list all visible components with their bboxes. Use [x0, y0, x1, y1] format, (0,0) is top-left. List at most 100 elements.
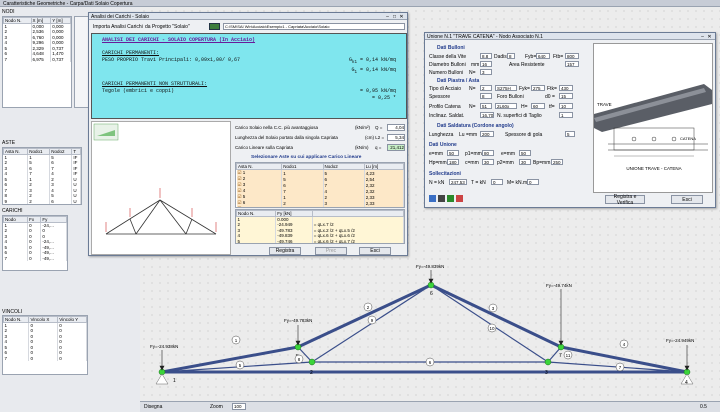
carico-lineare-field[interactable]: 21,412	[387, 144, 405, 151]
tf-field[interactable]: 10	[559, 103, 573, 109]
asta-checkbox[interactable]: ☑	[238, 182, 242, 187]
c-field[interactable]: 30	[482, 159, 494, 165]
lunghezza-saldatura-field[interactable]: 200	[480, 131, 494, 137]
member-10	[430, 284, 549, 363]
save-icon[interactable]	[438, 195, 445, 202]
carichi-title: CARICHI	[2, 208, 23, 214]
vincoli-table[interactable]: Nodo N. Vincolo X Vincolo Y100200300400500…	[2, 315, 88, 375]
area-field[interactable]: 157	[565, 61, 579, 67]
e3-field[interactable]: 50	[519, 150, 531, 156]
numero-bulloni-field[interactable]: 3	[480, 69, 492, 75]
profilo-name[interactable]: 2L60x	[495, 103, 517, 109]
analisi-carichi-window[interactable]: Analisi dei Carichi - Solaio – □ ✕ Importa …	[88, 12, 408, 256]
carico-solaio-field[interactable]: 4,04	[387, 124, 405, 131]
print-icon[interactable]	[429, 195, 436, 202]
aste-table[interactable]: Asta N. Nodo1 Nodo2 T 1 1 5 IF 2 5 6 IF 3 6 7 IF 4 7 4 IF 5 1…	[2, 147, 82, 205]
table-row[interactable]: 7 6,975 0,737	[3, 56, 71, 62]
cell[interactable]: 5	[236, 238, 277, 243]
import-button-icon[interactable]	[209, 23, 220, 30]
aste-select-table[interactable]: Asta N. Nodo1 Nodo2 Lu [m] ☑ 1 1 5 4,23 ☑ 2 5 6 2,5…	[235, 162, 405, 208]
cell[interactable]: ☑ 7	[236, 206, 283, 207]
n-field[interactable]: 247,53	[449, 179, 467, 185]
close-icon[interactable]: ✕	[706, 34, 713, 40]
maximize-icon[interactable]: □	[391, 14, 398, 20]
window-titlebar[interactable]: Analisi dei Carichi - Solaio – □ ✕	[89, 13, 407, 20]
spessore-field[interactable]: 8	[480, 93, 492, 99]
export-icon[interactable]	[447, 195, 454, 202]
unione-drawing: TRAVE CATENA UNIONE TRAVE - CATENA	[593, 43, 713, 193]
cell[interactable]: -49.746	[275, 238, 313, 243]
registra-button[interactable]: Registra	[269, 247, 301, 255]
asta-checkbox[interactable]: ☑	[238, 188, 242, 193]
project-path-field[interactable]: C:\SM\SAI Win\Acciaio\Esempio1 - Capriat…	[223, 23, 405, 30]
esci-button[interactable]: Esci	[359, 247, 391, 255]
fyb-label: Fyb=	[525, 54, 537, 60]
minimize-icon[interactable]: –	[699, 34, 706, 40]
cell[interactable]: 6	[50, 204, 72, 205]
unione-esci-button[interactable]: Esci	[671, 195, 703, 204]
cell[interactable]: 0,737	[50, 56, 71, 62]
registra-verifica-button[interactable]: Registra e Verifica	[605, 194, 645, 206]
unione-titlebar[interactable]: Unione N.1 "TRAVE CATENA" - Nodo Associa…	[425, 33, 715, 40]
cell[interactable]: = qLx.6 /2 + qLx.7 /2	[312, 238, 404, 243]
cell[interactable]: 4	[323, 206, 365, 207]
asta-checkbox[interactable]: ☑	[238, 206, 242, 207]
cell[interactable]: 7	[3, 355, 30, 361]
hp-field[interactable]: 180	[447, 159, 459, 165]
ftb-field[interactable]: 800	[565, 53, 579, 59]
nodes-table[interactable]: Nodo N. X [m] Y [m] 1 0,000 0,000 2 2,536 0,000 3…	[2, 16, 72, 108]
bp-field[interactable]: 250	[551, 159, 563, 165]
asta-checkbox[interactable]: ☑	[238, 200, 242, 205]
tipo-acciaio-name[interactable]: S275H	[495, 85, 517, 91]
nodi-forze-table[interactable]: Nodo N. Fy [kN] 1 0.000 2 -24.949 = qLx.7 /2 3-…	[235, 209, 405, 244]
m-field[interactable]: 0	[527, 179, 539, 185]
cell[interactable]: 10	[4, 204, 28, 205]
t-field[interactable]: 0	[491, 179, 503, 185]
cell[interactable]: 3	[281, 206, 324, 207]
inclinazione-field[interactable]: 16,70	[480, 112, 494, 118]
h-field[interactable]: 60	[531, 103, 545, 109]
fyk-field[interactable]: 275	[531, 85, 545, 91]
dadiso-field[interactable]: 8	[507, 53, 515, 59]
cell[interactable]: 7	[3, 255, 29, 261]
ftk-field[interactable]: 430	[559, 85, 573, 91]
table-row[interactable]: 5 -49.746 = qLx.6 /2 + qLx.7 /2	[236, 238, 404, 243]
cell[interactable]: 0	[28, 355, 59, 361]
asta-checkbox[interactable]: ☑	[238, 194, 242, 199]
carichi-table[interactable]: Nodo Fx Fy 1 0 -24,... 2 0 0 3 0 0 4 0 -24,... 5 0 -49,..…	[2, 215, 68, 271]
e1-field[interactable]: 50	[447, 150, 459, 156]
zoom-field[interactable]: 100	[232, 403, 246, 410]
p1-field[interactable]: 80	[482, 150, 494, 156]
fyb-field[interactable]: 640	[536, 53, 550, 59]
close-icon[interactable]: ✕	[398, 14, 405, 20]
prec-button[interactable]: Prec	[315, 247, 347, 255]
table-row[interactable]: 1036U	[4, 204, 81, 205]
report-perm-title: CARICHI PERMANENTI:	[102, 50, 160, 56]
asta-checkbox[interactable]: ☑	[238, 170, 242, 175]
cell[interactable]: 0	[57, 355, 87, 361]
asta-checkbox[interactable]: ☑	[238, 176, 242, 181]
table-row[interactable]: ☑ 7342,33	[236, 206, 404, 207]
gola-field[interactable]: 5	[565, 131, 575, 137]
foro-field[interactable]: 15	[559, 93, 573, 99]
minimize-icon[interactable]: –	[384, 14, 391, 20]
p2-field[interactable]: 30	[519, 159, 531, 165]
pdf-icon[interactable]	[456, 195, 463, 202]
cell[interactable]: 2,33	[364, 206, 404, 207]
tipo-acciaio-field[interactable]: 2	[480, 85, 492, 91]
table-row[interactable]: 7 0 -49,...	[3, 255, 67, 261]
cell[interactable]: 7	[3, 56, 32, 62]
truss-drawing[interactable]: Fy=-24.938kN Fy=-49.783kN Fy=-49.839kN F…	[140, 260, 720, 400]
lunghezza-field[interactable]: 5,34	[387, 134, 405, 141]
unione-window[interactable]: Unione N.1 "TRAVE CATENA" - Nodo Associa…	[424, 32, 716, 208]
cell[interactable]: 3	[28, 204, 50, 205]
table-row[interactable]: 700	[3, 355, 87, 361]
cell[interactable]: -49,...	[40, 255, 67, 261]
profilo-field[interactable]: 51	[480, 103, 492, 109]
cell[interactable]: 6,975	[31, 56, 52, 62]
diametro-field[interactable]: 16	[480, 61, 492, 67]
cell[interactable]: U	[72, 204, 81, 205]
cell[interactable]: 0	[27, 255, 42, 261]
superfici-field[interactable]: 1	[559, 112, 573, 118]
classe-vite-field[interactable]: 8.8	[480, 53, 492, 59]
